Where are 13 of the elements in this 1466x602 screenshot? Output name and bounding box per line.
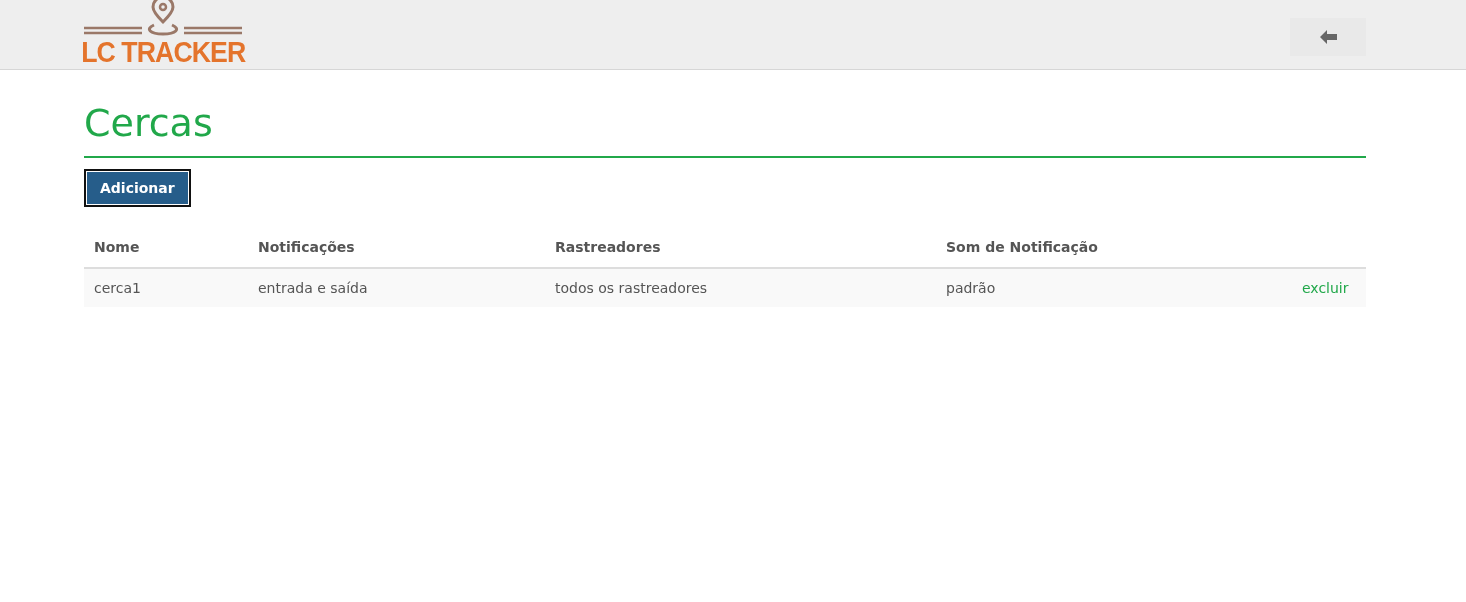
page-title: Cercas [84,70,1366,158]
column-header: Rastreadores [555,239,661,255]
table-cell: todos os rastreadores [555,280,708,296]
back-button[interactable] [1290,18,1366,56]
table-cell: cerca1 [94,280,141,296]
column-header: Notificações [258,239,355,255]
add-button[interactable]: Adicionar [86,171,189,205]
table-cell: padrão [946,280,996,296]
arrow-left-icon [1319,30,1337,44]
logo-text: LC TRACKER [80,37,246,67]
column-header: Nome [94,239,140,255]
table-cell: entrada e saída [258,280,368,296]
column-header: Som de Notificação [946,239,1098,255]
